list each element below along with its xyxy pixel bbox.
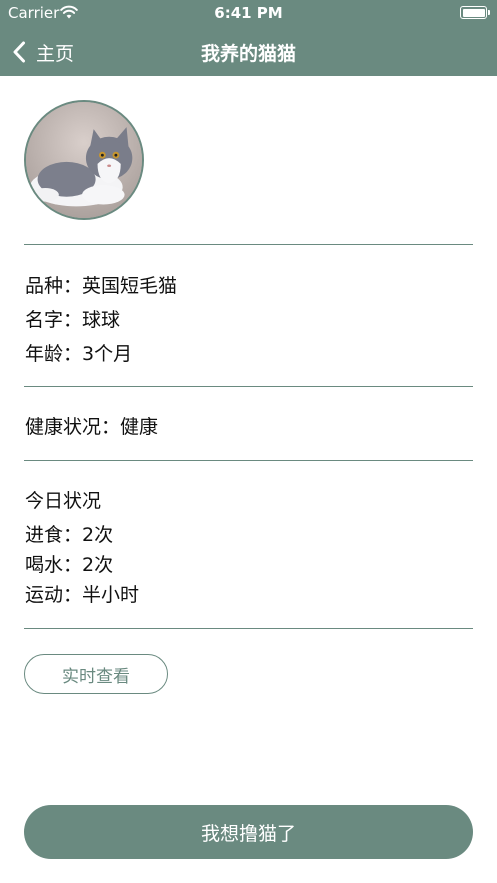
eating-label: 进食： [25, 524, 83, 546]
today-title: 今日状况 [25, 490, 102, 512]
drinking-row: 喝水：2次 [25, 550, 113, 577]
pet-cat-button[interactable]: 我想撸猫了 [24, 805, 473, 859]
divider [24, 244, 473, 245]
name-label: 名字： [25, 309, 83, 331]
status-time: 6:41 PM [214, 4, 283, 22]
name-row: 名字：球球 [25, 305, 120, 332]
eating-row: 进食：2次 [25, 520, 113, 547]
age-value: 3个月 [82, 343, 133, 365]
drinking-label: 喝水： [25, 554, 83, 576]
eating-value: 2次 [82, 524, 114, 546]
cat-avatar [24, 100, 144, 220]
back-button[interactable]: 主页 [12, 36, 74, 68]
breed-label: 品种： [25, 275, 83, 297]
health-label: 健康状况： [25, 416, 121, 438]
exercise-value: 半小时 [82, 584, 140, 606]
chevron-left-icon [13, 41, 25, 63]
drinking-value: 2次 [82, 554, 114, 576]
breed-row: 品种：英国短毛猫 [25, 271, 177, 298]
health-value: 健康 [120, 416, 159, 438]
health-row: 健康状况：健康 [25, 412, 158, 439]
cat-photo [26, 102, 142, 218]
divider [24, 460, 473, 461]
age-label: 年龄： [25, 343, 83, 365]
status-bar: Carrier 6:41 PM [0, 0, 497, 28]
exercise-label: 运动： [25, 584, 83, 606]
page-title: 我养的猫猫 [200, 43, 296, 65]
exercise-row: 运动：半小时 [25, 580, 139, 607]
divider [24, 386, 473, 387]
navigation-bar: 主页 我养的猫猫 [0, 28, 497, 76]
name-value: 球球 [82, 309, 121, 331]
back-label: 主页 [36, 42, 75, 65]
divider [24, 628, 473, 629]
age-row: 年龄：3个月 [25, 339, 132, 366]
realtime-view-button[interactable]: 实时查看 [24, 654, 168, 694]
breed-value: 英国短毛猫 [82, 275, 178, 297]
battery-icon [460, 6, 490, 19]
